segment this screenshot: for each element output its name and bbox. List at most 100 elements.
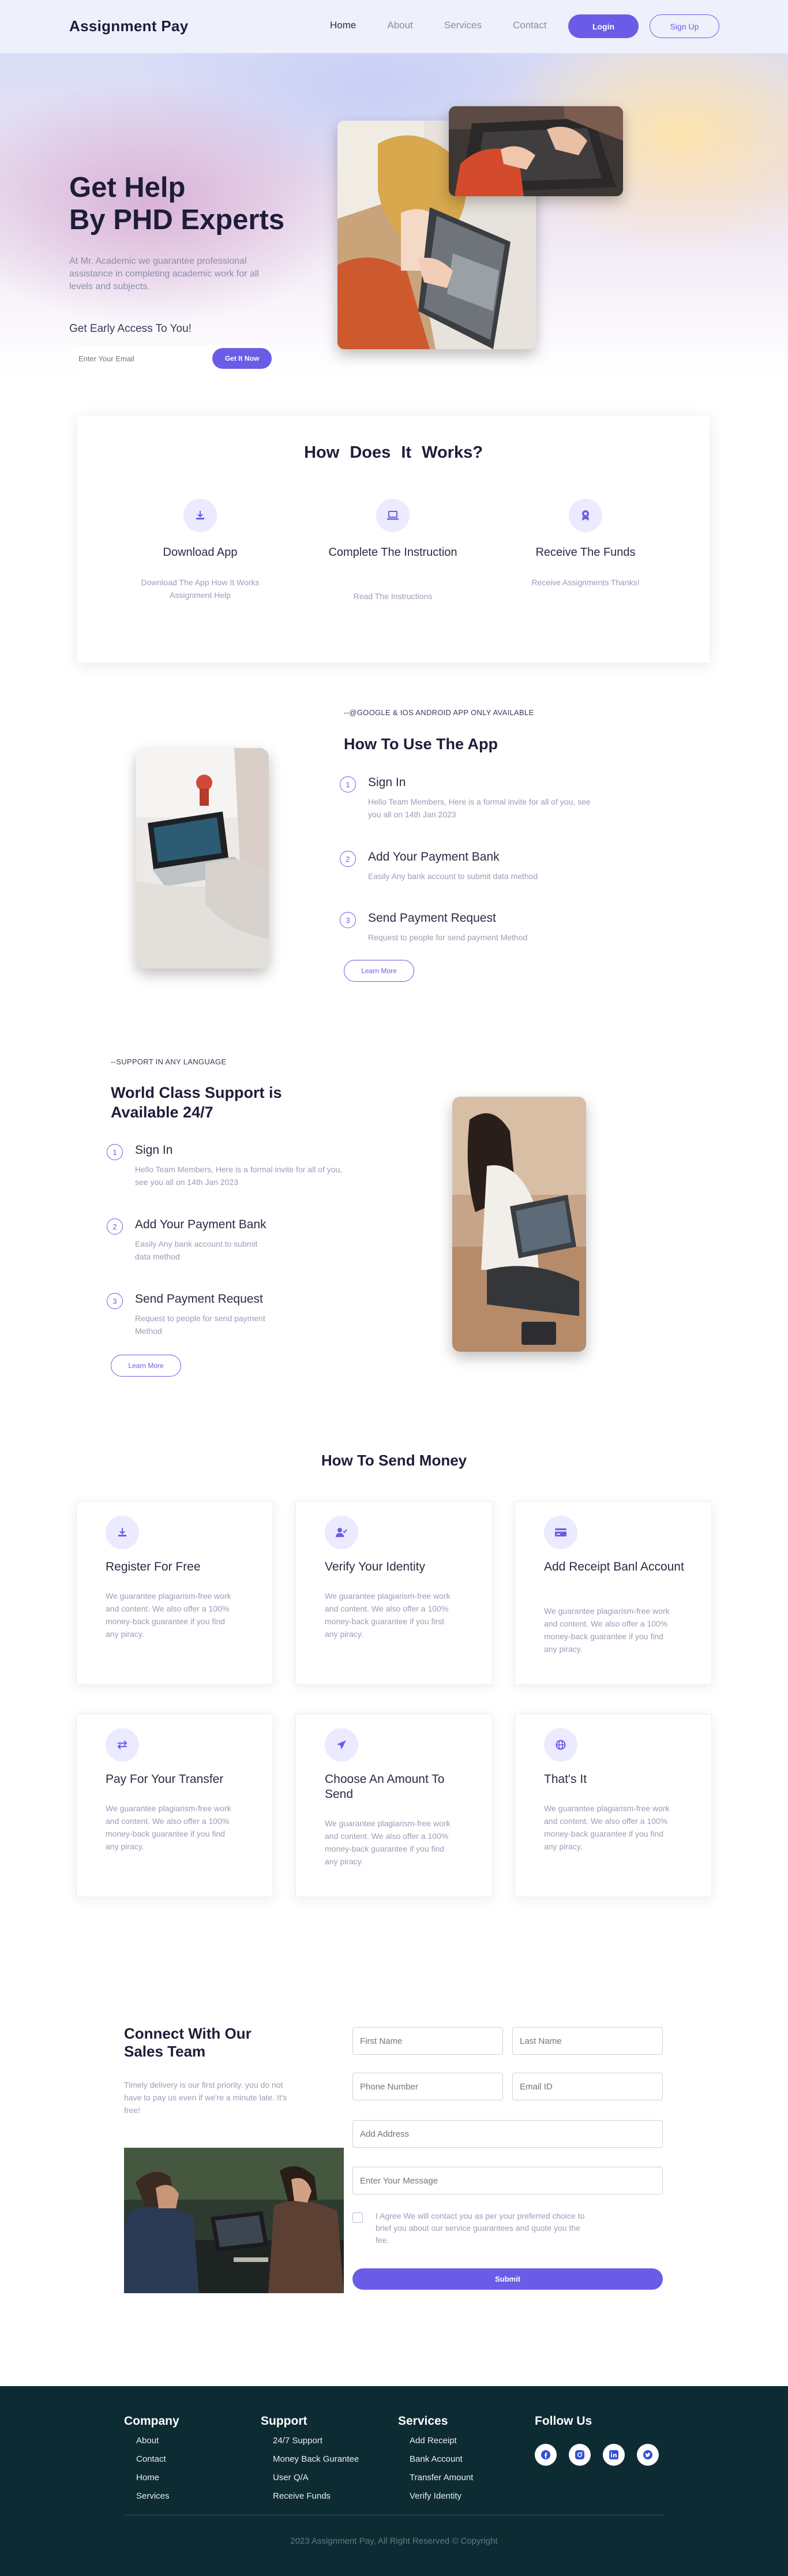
footer-link-contact[interactable]: Contact <box>136 2454 166 2464</box>
download-icon <box>183 499 217 532</box>
early-access-label: Get Early Access To You! <box>69 323 192 335</box>
money-card-title: Register For Free <box>106 1560 201 1573</box>
twitter-icon[interactable] <box>637 2444 659 2466</box>
login-button[interactable]: Login <box>568 14 639 38</box>
badge-icon <box>569 499 602 532</box>
footer-link-receive-funds[interactable]: Receive Funds <box>273 2491 331 2501</box>
nav-link-about[interactable]: About <box>387 20 412 31</box>
top-navbar: Assignment Pay Home About Services Conta… <box>0 0 788 53</box>
money-card-title: Add Receipt Banl Account <box>544 1560 684 1573</box>
last-name-field[interactable] <box>512 2027 663 2055</box>
use-app-step-number-1: 1 <box>340 776 356 792</box>
consent-text: I Agree We will contact you as per your … <box>376 2211 585 2245</box>
support-title-line1: World Class Support is <box>111 1084 282 1101</box>
footer-link-services[interactable]: Services <box>136 2491 170 2501</box>
nav-link-services[interactable]: Services <box>444 20 482 31</box>
money-card-desc: We guarantee plagiarism-free work and co… <box>544 1606 670 1654</box>
signup-button[interactable]: Sign Up <box>650 14 719 38</box>
use-app-step-desc-1: Hello Team Members, Here is a formal inv… <box>368 797 591 819</box>
money-card-title: Choose An Amount To Send <box>325 1773 445 1801</box>
email-input[interactable] <box>78 346 205 371</box>
app-photo-woman-laptop <box>136 748 269 969</box>
step-instruction-icon-circle <box>376 499 410 532</box>
transfer-icon <box>106 1728 139 1762</box>
support-photo-woman-laptop <box>452 1097 586 1352</box>
support-learn-more-button[interactable]: Learn More <box>111 1355 181 1377</box>
footer-support-title: Support <box>261 2414 307 2428</box>
money-card-verify: Verify Your Identity We guarantee plagia… <box>295 1501 493 1685</box>
footer-link-bank-account[interactable]: Bank Account <box>410 2454 463 2464</box>
nav-link-contact[interactable]: Contact <box>513 20 547 31</box>
money-card-desc: We guarantee plagiarism-free work and co… <box>544 1804 670 1851</box>
email-id-field[interactable] <box>512 2073 663 2100</box>
support-step-number-1: 1 <box>107 1144 123 1160</box>
globe-icon <box>544 1728 577 1762</box>
hero-description: At Mr. Academic we guarantee professiona… <box>69 256 260 291</box>
use-app-step-number-2: 2 <box>340 851 356 867</box>
money-card-title: Pay For Your Transfer <box>106 1773 224 1786</box>
send-money-title: How To Send Money <box>321 1452 467 1469</box>
money-card-amount: Choose An Amount To Send We guarantee pl… <box>295 1714 493 1897</box>
step-desc-2: Read The Instructions <box>353 592 433 601</box>
use-app-title: How To Use The App <box>344 735 498 753</box>
footer-link-24-7-support[interactable]: 24/7 Support <box>273 2436 322 2446</box>
footer-copyright: 2023 Assignment Pay, All Right Reserved … <box>290 2536 498 2546</box>
send-icon <box>325 1728 358 1762</box>
support-title: World Class Support is Available 24/7 <box>111 1083 282 1122</box>
use-app-step-desc-3: Request to people for send payment Metho… <box>368 933 528 942</box>
contact-photo-business-meeting <box>124 2148 344 2293</box>
facebook-icon[interactable] <box>535 2444 557 2466</box>
step-desc-1: Download The App How It Works Assignment… <box>141 578 260 600</box>
brand-logo[interactable]: Assignment Pay <box>69 17 189 35</box>
how-it-works-card: How Does It Works? Download App Download… <box>77 416 710 663</box>
support-step-desc-1: Hello Team Members, Here is a formal inv… <box>135 1165 343 1187</box>
footer-link-money-back[interactable]: Money Back Gurantee <box>273 2454 359 2464</box>
nav-links: Home About Services Contact <box>330 20 578 31</box>
message-field[interactable] <box>352 2167 663 2194</box>
support-step-desc-2: Easily Any bank account to submit data m… <box>135 1239 258 1261</box>
money-card-desc: We guarantee plagiarism-free work and co… <box>325 1591 451 1639</box>
step-download-icon-circle <box>183 499 217 532</box>
use-app-learn-more-button[interactable]: Learn More <box>344 960 414 982</box>
get-it-now-button[interactable]: Get It Now <box>212 348 272 369</box>
money-card-desc: We guarantee plagiarism-free work and co… <box>325 1819 451 1866</box>
contact-title-line2: Sales Team <box>124 2043 206 2060</box>
money-card-desc: We guarantee plagiarism-free work and co… <box>106 1591 231 1639</box>
money-card-title: That's It <box>544 1773 587 1786</box>
phone-number-field[interactable] <box>352 2073 503 2100</box>
contact-title: Connect With Our Sales Team <box>124 2025 252 2061</box>
money-card-desc: We guarantee plagiarism-free work and co… <box>106 1804 231 1851</box>
footer-link-verify-identity[interactable]: Verify Identity <box>410 2491 461 2501</box>
instagram-icon[interactable] <box>569 2444 591 2466</box>
linkedin-icon[interactable] <box>603 2444 625 2466</box>
support-step-desc-3: Request to people for send payment Metho… <box>135 1314 265 1336</box>
footer-link-user-qa[interactable]: User Q/A <box>273 2473 309 2482</box>
footer-link-home[interactable]: Home <box>136 2473 159 2482</box>
first-name-field[interactable] <box>352 2027 503 2055</box>
submit-button[interactable]: Submit <box>352 2268 663 2290</box>
use-app-step-title-1: Sign In <box>368 776 406 789</box>
footer-link-add-receipt[interactable]: Add Receipt <box>410 2436 457 2446</box>
money-card-title: Verify Your Identity <box>325 1560 425 1573</box>
consent-checkbox[interactable] <box>352 2212 363 2223</box>
support-step-number-2: 2 <box>107 1218 123 1235</box>
money-card-bank: Add Receipt Banl Account We guarantee pl… <box>515 1501 712 1685</box>
money-card-done: That's It We guarantee plagiarism-free w… <box>515 1714 712 1897</box>
how-it-works-title: How Does It Works? <box>304 443 483 462</box>
step-name-2: Complete The Instruction <box>328 546 457 559</box>
nav-link-home[interactable]: Home <box>330 20 356 31</box>
support-kicker: --SUPPORT IN ANY LANGUAGE <box>111 1057 227 1066</box>
step-funds-icon-circle <box>569 499 602 532</box>
footer-follow-title: Follow Us <box>535 2414 592 2428</box>
contact-description: Timely delivery is our first priority. y… <box>124 2080 287 2115</box>
step-name-3: Receive The Funds <box>535 546 636 559</box>
hero-title-line1: Get Help <box>69 172 186 203</box>
footer-link-transfer-amount[interactable]: Transfer Amount <box>410 2473 473 2482</box>
footer-company-title: Company <box>124 2414 179 2428</box>
use-app-step-title-3: Send Payment Request <box>368 911 496 925</box>
hero-photo-keyboard-hands <box>449 106 623 196</box>
address-field[interactable] <box>352 2120 663 2148</box>
footer-link-about[interactable]: About <box>136 2436 159 2446</box>
use-app-step-title-2: Add Your Payment Bank <box>368 850 500 863</box>
money-card-register: Register For Free We guarantee plagiaris… <box>76 1501 273 1685</box>
